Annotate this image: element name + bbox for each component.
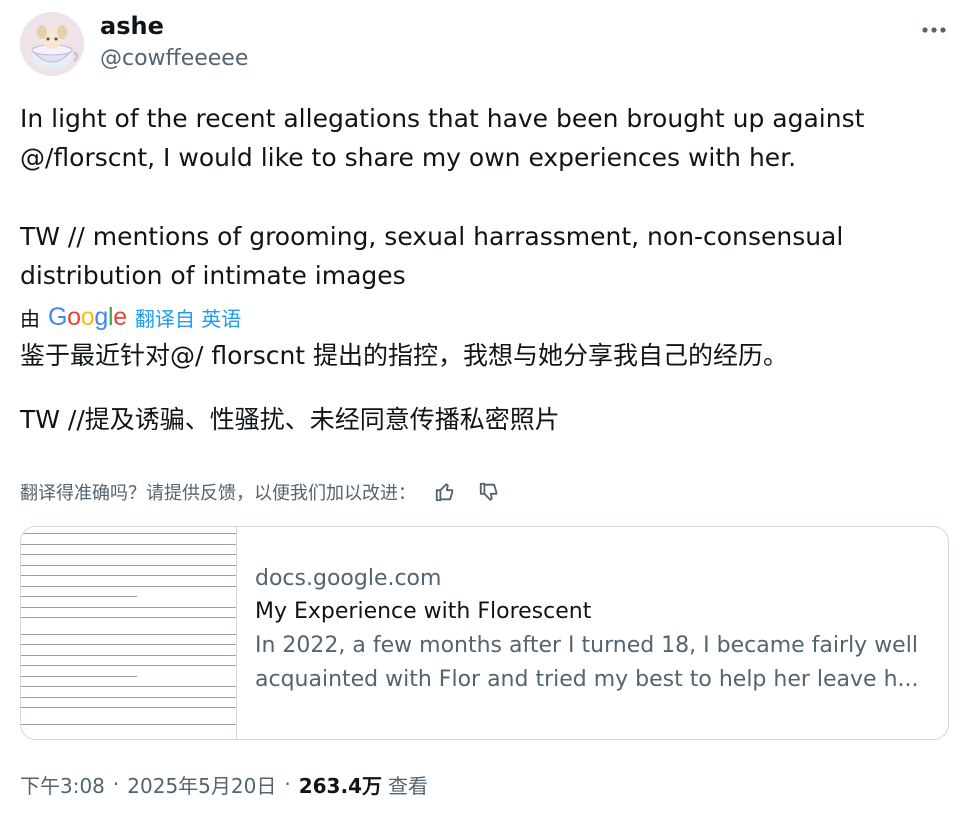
thumbnail-text-line bbox=[21, 533, 236, 534]
meta-separator: · bbox=[284, 772, 291, 796]
avatar[interactable] bbox=[20, 12, 84, 76]
link-card-description: acquainted with Flor and tried my best t… bbox=[255, 667, 919, 692]
thumbnail-text-line bbox=[21, 606, 236, 608]
link-card-description: In 2022, a few months after I turned 18,… bbox=[255, 633, 918, 658]
translated-text-line: TW //提及诱骗、性骚扰、未经同意传播私密照片 bbox=[20, 405, 560, 434]
thumbs-down-icon bbox=[479, 482, 498, 501]
thumbs-up-icon bbox=[435, 483, 454, 502]
translated-from-link[interactable]: 翻译自 英语 bbox=[135, 303, 241, 332]
link-card-thumbnail bbox=[21, 527, 237, 739]
more-icon bbox=[921, 19, 947, 38]
translation-feedback: 翻译得准确吗？请提供反馈，以便我们加以改进： bbox=[20, 477, 504, 507]
thumbnail-text-line bbox=[21, 564, 236, 566]
thumbnail-text-line bbox=[21, 644, 236, 645]
link-card[interactable]: docs.google.com My Experience with Flore… bbox=[20, 526, 949, 740]
link-card-title: My Experience with Florescent bbox=[255, 599, 592, 624]
thumbnail-text-line bbox=[21, 554, 236, 555]
tweet-meta: 下午3:08 · 2025年5月20日 · 263.4万 查看 bbox=[20, 769, 428, 799]
link-card-domain: docs.google.com bbox=[255, 566, 442, 591]
views-count: 263.4万 bbox=[298, 773, 382, 798]
thumbnail-text-line bbox=[21, 575, 236, 576]
avatar-image bbox=[20, 12, 84, 76]
thumbnail-text-line bbox=[21, 686, 236, 687]
thumbnail-text-line bbox=[21, 723, 236, 725]
meta-separator: · bbox=[112, 772, 120, 796]
thumbnail-text-line bbox=[21, 633, 236, 635]
thumbnail-text-line bbox=[21, 617, 236, 618]
translation-attribution: 由 Google 翻译自 英语 bbox=[20, 302, 241, 332]
thumbnail-text-line bbox=[21, 665, 236, 666]
thumbnail-text-line bbox=[21, 696, 236, 698]
tweet-time[interactable]: 下午3:08 bbox=[20, 770, 105, 799]
views-label: 查看 bbox=[387, 773, 428, 798]
translation-by-label: 由 bbox=[20, 306, 40, 331]
translated-text-line: 鉴于最近针对@/ florscnt 提出的指控，我想与她分享我自己的经历。 bbox=[20, 341, 789, 370]
thumbnail-text-line bbox=[21, 707, 236, 708]
author-name[interactable]: ashe bbox=[100, 12, 164, 40]
tweet-text-line: In light of the recent allegations that … bbox=[20, 104, 865, 133]
author-handle[interactable]: @cowffeeeee bbox=[100, 46, 248, 71]
thumbs-down-button[interactable] bbox=[474, 477, 504, 507]
tweet-text-line: distribution of intimate images bbox=[20, 261, 406, 290]
thumbs-up-button[interactable] bbox=[430, 477, 460, 507]
tweet-text-line: TW // mentions of grooming, sexual harra… bbox=[20, 222, 844, 251]
link-card-info: docs.google.com My Experience with Flore… bbox=[255, 563, 932, 697]
google-logo: Google bbox=[48, 302, 127, 331]
more-button[interactable] bbox=[914, 12, 954, 44]
tweet-text-line: @/florscnt, I would like to share my own… bbox=[20, 143, 797, 172]
thumbnail-text-line bbox=[21, 675, 137, 677]
thumbnail-text-line bbox=[21, 585, 236, 587]
thumbnail-text-line bbox=[21, 654, 236, 656]
thumbnail-text-line bbox=[21, 543, 236, 545]
thumbnail-text-line bbox=[21, 596, 137, 597]
feedback-prompt: 翻译得准确吗？请提供反馈，以便我们加以改进： bbox=[20, 483, 416, 504]
tweet-date[interactable]: 2025年5月20日 bbox=[127, 770, 276, 799]
